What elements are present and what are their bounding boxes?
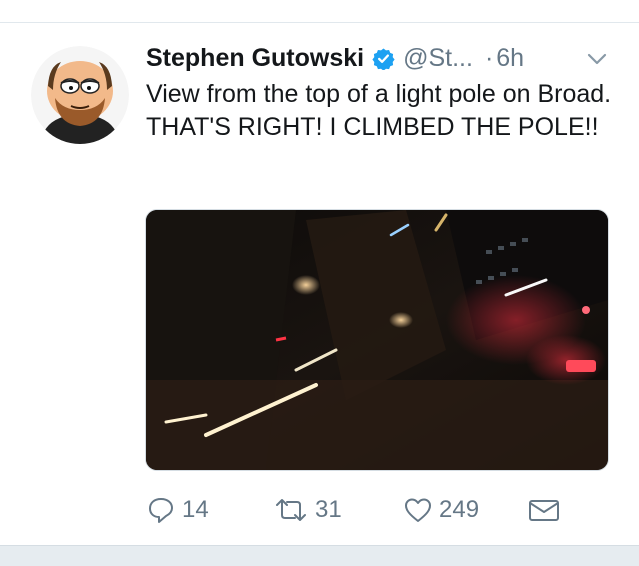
like-count: 249: [439, 496, 480, 523]
envelope-icon: [529, 500, 559, 521]
verified-badge-icon: [372, 47, 395, 70]
retweet-count: 31: [315, 496, 342, 523]
user-handle[interactable]: @St...: [403, 44, 473, 73]
heart-icon: [405, 498, 431, 522]
display-name[interactable]: Stephen Gutowski: [146, 44, 364, 73]
tweet-media[interactable]: [145, 209, 609, 471]
tweet-text: View from the top of a light pole on Bro…: [146, 80, 612, 141]
cartoon-avatar-icon: [31, 46, 129, 144]
top-divider: [0, 22, 639, 23]
reply-action[interactable]: 14: [146, 492, 209, 528]
tweet-header: Stephen Gutowski @St... · 6h: [146, 40, 626, 76]
tweet-actions: 14 31 249: [0, 492, 639, 528]
night-street-photo: [146, 210, 608, 470]
timestamp[interactable]: 6h: [496, 44, 524, 73]
avatar[interactable]: [31, 46, 129, 144]
like-action[interactable]: 249: [403, 492, 479, 528]
chevron-down-icon[interactable]: [586, 48, 608, 70]
retweet-icon: [276, 499, 306, 521]
reply-icon: [149, 498, 173, 523]
separator-dot: ·: [484, 43, 494, 72]
reply-count: 14: [182, 496, 209, 523]
direct-message-action[interactable]: [527, 492, 561, 528]
retweet-action[interactable]: 31: [273, 492, 342, 528]
next-item-divider: [0, 545, 639, 566]
